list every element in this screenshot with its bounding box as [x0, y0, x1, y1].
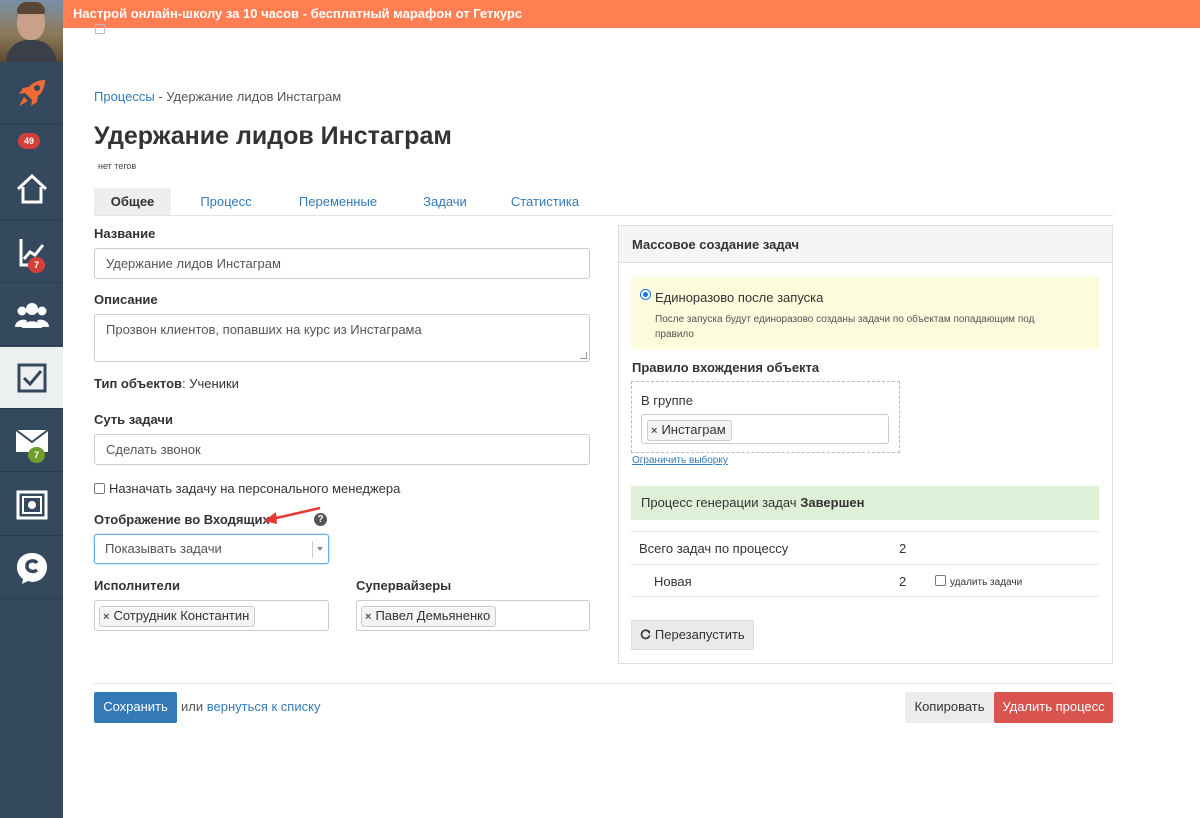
- inbox-display-value: Показывать задачи: [105, 541, 222, 556]
- supervisor-chip: × Павел Демьяненко: [361, 606, 497, 627]
- task-essence-input[interactable]: Сделать звонок: [94, 434, 590, 465]
- delete-process-button[interactable]: Удалить процесс: [994, 692, 1113, 723]
- rule-box: В группе × Инстаграм: [631, 381, 900, 453]
- remove-chip-icon[interactable]: ×: [365, 611, 371, 623]
- group-chip: × Инстаграм: [647, 420, 732, 441]
- breadcrumb-current: Удержание лидов Инстаграм: [166, 89, 342, 104]
- tags-label: нет тегов: [98, 161, 137, 171]
- new-value: 2: [899, 574, 907, 589]
- stat-row-total: Всего задач по процессу 2: [631, 531, 1099, 564]
- restart-label: Перезапустить: [654, 627, 745, 642]
- new-label: Новая: [654, 574, 692, 589]
- mode-notice: Единоразово после запуска После запуска …: [631, 277, 1099, 349]
- personal-manager-label: Назначать задачу на персонального менедж…: [109, 481, 401, 496]
- nav-badge-7-red: 7: [28, 257, 46, 273]
- chevron-down-icon: [317, 547, 323, 551]
- inbox-display-select[interactable]: Показывать задачи: [94, 534, 329, 564]
- nav-analytics[interactable]: [0, 221, 63, 283]
- inbox-display-label: Отображение во Входящих: [94, 512, 270, 527]
- remove-chip-icon[interactable]: ×: [103, 611, 109, 623]
- description-label: Описание: [94, 292, 158, 307]
- delete-tasks-checkbox[interactable]: [935, 575, 946, 586]
- panel-title: Массовое создание задач: [619, 226, 1112, 263]
- avatar[interactable]: [0, 0, 63, 62]
- supervisors-field[interactable]: × Павел Демьяненко: [356, 600, 590, 631]
- generation-status: Процесс генерации задач Завершен: [631, 486, 1099, 520]
- name-input[interactable]: Удержание лидов Инстаграм: [94, 248, 590, 279]
- tab-variables[interactable]: Переменные: [290, 188, 386, 215]
- tab-process[interactable]: Процесс: [186, 188, 266, 215]
- group-field[interactable]: × Инстаграм: [641, 414, 889, 444]
- breadcrumb-processes-link[interactable]: Процессы: [94, 89, 155, 104]
- limit-selection-link[interactable]: Ограничить выборку: [632, 455, 728, 466]
- breadcrumb-separator: -: [158, 89, 163, 104]
- nav-rocket[interactable]: [0, 62, 63, 124]
- select-separator: [312, 541, 313, 558]
- object-type-value: : Ученики: [182, 376, 239, 391]
- stat-row-new: Новая 2 удалить задачи: [631, 564, 1099, 597]
- status-prefix: Процесс генерации задач: [641, 495, 797, 510]
- mode-label[interactable]: Единоразово после запуска: [655, 290, 823, 305]
- object-type-line: Тип объектов: Ученики: [94, 376, 239, 391]
- nav-badge-49: 49: [18, 133, 41, 149]
- back-to-list-link[interactable]: вернуться к списку: [207, 699, 321, 714]
- nav-chat[interactable]: [0, 537, 63, 599]
- nav-mail[interactable]: [0, 410, 63, 472]
- broken-image-icon: [95, 24, 105, 34]
- nav-home[interactable]: [0, 158, 63, 220]
- nav-safe[interactable]: [0, 474, 63, 536]
- total-value: 2: [899, 541, 907, 556]
- personal-manager-option[interactable]: Назначать задачу на персонального менедж…: [94, 481, 400, 496]
- status-value: Завершен: [800, 495, 865, 510]
- tab-statistics[interactable]: Статистика: [502, 188, 588, 215]
- executors-field[interactable]: × Сотрудник Константин: [94, 600, 329, 631]
- description-text: Прозвон клиентов, попавших на курс из Ин…: [106, 322, 422, 337]
- executors-label: Исполнители: [94, 578, 180, 593]
- mode-radio[interactable]: [640, 289, 651, 300]
- promo-banner[interactable]: Настрой онлайн-школу за 10 часов - беспл…: [63, 0, 1200, 28]
- restart-button[interactable]: Перезапустить: [631, 620, 754, 650]
- group-chip-label: Инстаграм: [661, 422, 726, 437]
- refresh-icon: [641, 629, 651, 640]
- nav-tasks[interactable]: [0, 347, 63, 409]
- mass-task-panel: Массовое создание задач Единоразово посл…: [618, 225, 1113, 664]
- breadcrumb: Процессы - Удержание лидов Инстаграм: [94, 89, 341, 104]
- executor-chip: × Сотрудник Константин: [99, 606, 256, 627]
- sidebar: 49 7 7: [0, 0, 63, 818]
- total-label: Всего задач по процессу: [639, 541, 789, 556]
- personal-manager-checkbox[interactable]: [94, 483, 105, 494]
- rocket-icon: [18, 79, 45, 106]
- group-label: В группе: [641, 393, 693, 408]
- supervisors-label: Супервайзеры: [356, 578, 452, 593]
- supervisor-chip-label: Павел Демьяненко: [375, 608, 491, 623]
- footer-or-text: или: [181, 699, 204, 714]
- safe-icon: [16, 490, 47, 519]
- nav-badge-7-green: 7: [28, 447, 46, 463]
- mode-description: После запуска будут единоразово созданы …: [655, 314, 1035, 340]
- resize-grip-icon[interactable]: [580, 352, 587, 359]
- description-textarea[interactable]: Прозвон клиентов, попавших на курс из Ин…: [94, 314, 590, 362]
- object-type-label: Тип объектов: [94, 376, 183, 391]
- name-label: Название: [94, 226, 156, 241]
- tab-general[interactable]: Общее: [94, 188, 171, 215]
- red-arrow-annotation: [264, 506, 321, 524]
- tab-tasks[interactable]: Задачи: [412, 188, 478, 215]
- users-icon: [14, 302, 49, 328]
- footer-or-line: или вернуться к списку: [181, 699, 320, 714]
- task-essence-label: Суть задачи: [94, 412, 173, 427]
- chat-icon: [16, 552, 47, 584]
- home-icon: [16, 173, 47, 203]
- copy-button[interactable]: Копировать: [905, 692, 994, 723]
- rule-label: Правило вхождения объекта: [632, 360, 820, 375]
- page-title: Удержание лидов Инстаграм: [94, 122, 452, 150]
- remove-chip-icon[interactable]: ×: [651, 425, 657, 437]
- nav-users[interactable]: [0, 284, 63, 346]
- delete-tasks-option[interactable]: удалить задачи: [935, 575, 1022, 588]
- save-button[interactable]: Сохранить: [94, 692, 177, 723]
- tab-bar: Общее Процесс Переменные Задачи Статисти…: [94, 188, 1113, 216]
- executor-chip-label: Сотрудник Константин: [113, 608, 250, 623]
- tasks-icon: [17, 363, 46, 392]
- footer-divider: [94, 683, 1113, 684]
- delete-tasks-label: удалить задачи: [950, 577, 1023, 588]
